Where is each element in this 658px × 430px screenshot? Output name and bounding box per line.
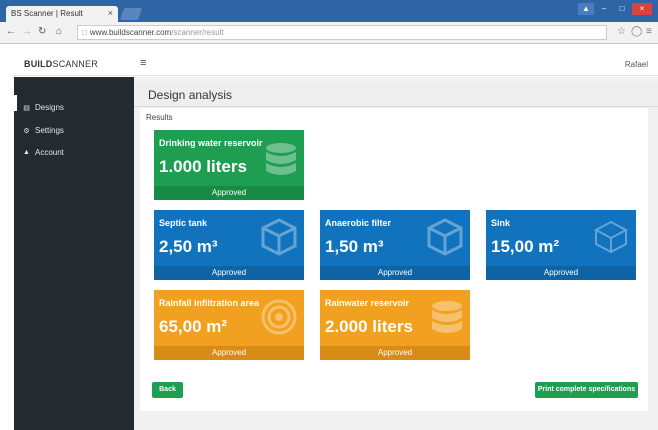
back-button[interactable]: Back [152, 382, 183, 398]
user-icon: ▲ [23, 149, 30, 156]
footer-bar [134, 411, 658, 430]
card-status: Approved [154, 186, 304, 200]
designs-icon: ▤ [23, 104, 30, 112]
brand-bold: BUILD [24, 59, 53, 69]
database-icon [266, 143, 296, 175]
card-title: Rainwater reservoir [325, 298, 410, 308]
result-card[interactable]: Rainfall infiltration area 65,00 m² Appr… [154, 290, 304, 360]
result-card[interactable]: Anaerobic filter 1,50 m³ Approved [320, 210, 470, 280]
minimize-button[interactable]: – [596, 3, 612, 15]
maximize-button[interactable]: □ [614, 3, 630, 15]
address-bar: ← → ↻ ⌂ □ www.buildscanner.com/scanner/re… [0, 22, 658, 44]
card-status: Approved [486, 266, 636, 280]
back-arrow-icon[interactable]: ← [6, 26, 16, 37]
brand-rest: SCANNER [52, 59, 98, 69]
home-icon[interactable]: ⌂ [56, 26, 62, 37]
forward-arrow-icon[interactable]: → [22, 26, 32, 37]
sidebar-active-indicator [14, 95, 17, 111]
card-status: Approved [154, 346, 304, 360]
window-controls: ▲ – □ × [578, 3, 652, 15]
tab-title: BS Scanner | Result [11, 9, 83, 18]
results-panel: Results Drinking water reservoir 1.000 l… [140, 108, 648, 411]
sidebar-item-designs[interactable]: ▤ Designs [22, 103, 64, 112]
user-name[interactable]: Rafael [625, 60, 648, 69]
card-value: 1.000 liters [159, 157, 247, 176]
card-title: Rainfall infiltration area [159, 298, 260, 308]
url-path: /scanner/result [171, 28, 224, 37]
sidebar-item-account[interactable]: ▲ Account [22, 148, 64, 157]
card-value: 15,00 m² [491, 237, 560, 256]
card-status: Approved [320, 266, 470, 280]
panel-header: Design analysis [134, 83, 658, 107]
print-specifications-button[interactable]: Print complete specifications [535, 382, 638, 398]
brand-logo[interactable]: BUILDSCANNER [24, 59, 98, 69]
card-title: Sink [491, 218, 511, 228]
menu-toggle-icon[interactable]: ≡ [140, 57, 146, 69]
star-icon[interactable]: ☆ [617, 26, 626, 37]
section-label: Results [146, 113, 173, 122]
app-header: BUILDSCANNER ≡ Rafael [14, 54, 658, 76]
url-domain: www.buildscanner.com [89, 28, 172, 37]
page-title: Design analysis [148, 88, 233, 102]
card-status: Approved [320, 346, 470, 360]
result-card[interactable]: Septic tank 2,50 m³ Approved [154, 210, 304, 280]
card-value: 2,50 m³ [159, 237, 218, 256]
result-card[interactable]: Sink 15,00 m² Approved [486, 210, 636, 280]
reload-icon[interactable]: ↻ [38, 26, 46, 37]
card-title: Septic tank [159, 218, 208, 228]
menu-icon[interactable]: ≡ [646, 26, 652, 37]
database-icon [432, 301, 462, 333]
page-icon: □ [82, 28, 87, 37]
url-field[interactable]: □ www.buildscanner.com/scanner/result [77, 25, 607, 40]
tab-close-icon[interactable]: × [108, 8, 113, 18]
new-tab-button[interactable] [119, 8, 143, 20]
result-card[interactable]: Rainwater reservoir 2.000 liters Approve… [320, 290, 470, 360]
square-outline-icon [593, 220, 629, 254]
sidebar-item-label: Settings [35, 126, 64, 135]
card-title: Anaerobic filter [325, 218, 392, 228]
shield-icon[interactable]: ◯ [631, 26, 642, 37]
sidebar: ▤ Designs ⚙ Settings ▲ Account [14, 77, 134, 430]
card-value: 1,50 m³ [325, 237, 384, 256]
sidebar-item-label: Account [35, 148, 64, 157]
result-card[interactable]: Drinking water reservoir 1.000 liters Ap… [154, 130, 304, 200]
card-status: Approved [154, 266, 304, 280]
card-value: 65,00 m² [159, 317, 228, 336]
main-content: Design analysis Results Drinking water r… [134, 77, 658, 430]
card-value: 2.000 liters [325, 317, 413, 336]
card-title: Drinking water reservoir [159, 138, 263, 148]
target-icon [261, 299, 297, 335]
browser-tab[interactable]: BS Scanner | Result × [6, 6, 118, 22]
sidebar-item-label: Designs [35, 103, 64, 112]
cube-icon [261, 218, 297, 256]
cube-icon [427, 218, 463, 256]
gear-icon: ⚙ [23, 127, 30, 135]
close-window-button[interactable]: × [632, 3, 652, 15]
profile-icon[interactable]: ▲ [578, 3, 594, 15]
browser-tab-bar: BS Scanner | Result × ▲ – □ × [0, 0, 658, 22]
sidebar-item-settings[interactable]: ⚙ Settings [22, 126, 64, 135]
